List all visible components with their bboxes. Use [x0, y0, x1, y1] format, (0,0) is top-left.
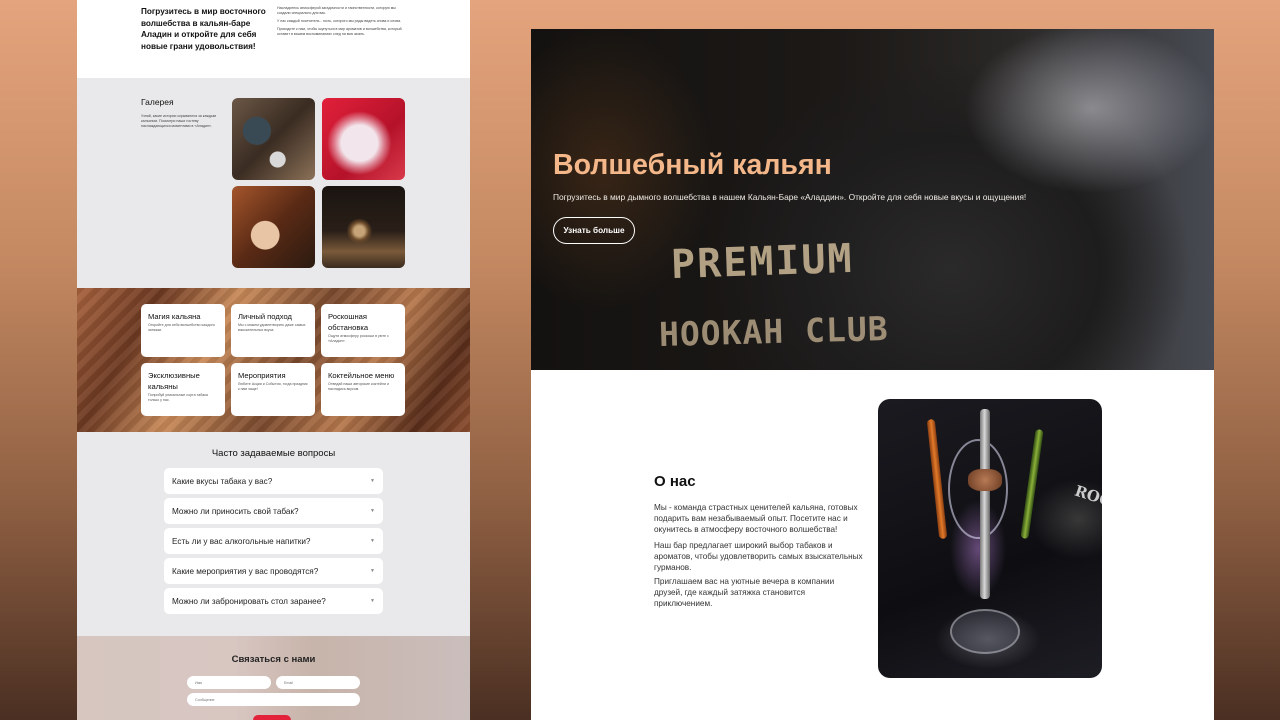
- chevron-down-icon: ▼: [370, 568, 375, 574]
- about-title: О нас: [654, 473, 696, 490]
- hookah-stem: [980, 409, 990, 599]
- feature-title: Магия кальяна: [148, 312, 201, 321]
- feature-text: Ощути атмосферу роскоши в уюте с «Аладин…: [328, 334, 389, 343]
- gallery-image-tobacco[interactable]: [232, 98, 315, 180]
- hookah-base: [950, 609, 1020, 654]
- about-paragraph: Наш бар предлагает широкий выбор табаков…: [654, 541, 863, 572]
- hero-subtitle: Погрузитесь в мир дымного волшебства в н…: [553, 192, 1027, 202]
- hookah-photo: ROCK: [878, 399, 1102, 678]
- chevron-down-icon: ▼: [370, 538, 375, 544]
- faq-question: Можно ли приносить свой табак?: [172, 506, 299, 516]
- feature-text: Отведай наши авторские коктейли и наслад…: [328, 382, 389, 391]
- feature-text: Мы с можем удовлетворить даже самых взыс…: [238, 323, 306, 332]
- feature-card: Личный подход Мы с можем удовлетворить д…: [231, 304, 315, 357]
- chevron-down-icon: ▼: [370, 478, 375, 484]
- faq-item[interactable]: Можно ли забронировать стол заранее? ▼: [164, 588, 383, 614]
- learn-more-button[interactable]: Узнать больше: [553, 217, 635, 244]
- hero-photo-text-club: HOOKAH CLUB: [658, 309, 890, 354]
- about-paragraph: Приглашаем вас на уютные вечера в компан…: [654, 577, 835, 608]
- feature-title: Мероприятия: [238, 371, 286, 380]
- intro-paragraph: У нас каждый посетитель - гость, которог…: [277, 19, 402, 23]
- hero-section: PREMIUM HOOKAH CLUB Волшебный кальян Пог…: [531, 29, 1214, 370]
- feature-title: Роскошная обстановка: [328, 312, 369, 332]
- hero-title: Волшебный кальян: [553, 149, 832, 181]
- feature-text: Любите Акции и События, тогда праздник к…: [238, 382, 308, 391]
- hookah-hose-green: [1020, 428, 1044, 540]
- feature-card: Магия кальяна Откройте для себя волшебст…: [141, 304, 225, 357]
- about-paragraph: Мы - команда страстных ценителей кальяна…: [654, 503, 858, 534]
- hookah-bowl: [968, 469, 1002, 491]
- photo-label-rock: ROCK: [1072, 481, 1102, 515]
- faq-item[interactable]: Можно ли приносить свой табак? ▼: [164, 498, 383, 524]
- gallery-section: Галерея Узнай, какие истории скрываются …: [77, 78, 470, 288]
- faq-item[interactable]: Какие вкусы табака у вас? ▼: [164, 468, 383, 494]
- faq-item[interactable]: Какие мероприятия у вас проводятся? ▼: [164, 558, 383, 584]
- feature-card: Коктейльное меню Отведай наши авторские …: [321, 363, 405, 416]
- faq-item[interactable]: Есть ли у вас алкогольные напитки? ▼: [164, 528, 383, 554]
- hookah-hose-orange: [926, 418, 948, 540]
- feature-text: Попробуй уникальные сорта табака только …: [148, 393, 208, 402]
- feature-title: Эксклюзивные кальяны: [148, 371, 200, 391]
- features-section: Магия кальяна Откройте для себя волшебст…: [77, 288, 470, 432]
- chevron-down-icon: ▼: [370, 508, 375, 514]
- feature-title: Личный подход: [238, 312, 292, 321]
- name-input[interactable]: [187, 676, 271, 689]
- gallery-image-smoke[interactable]: [322, 98, 405, 180]
- faq-question: Есть ли у вас алкогольные напитки?: [172, 536, 311, 546]
- faq-question: Можно ли забронировать стол заранее?: [172, 596, 326, 606]
- feature-card: Роскошная обстановка Ощути атмосферу рос…: [321, 304, 405, 357]
- email-input[interactable]: [276, 676, 360, 689]
- faq-question: Какие вкусы табака у вас?: [172, 476, 273, 486]
- intro-description: Насладитесь атмосферой загадочности и та…: [277, 6, 405, 78]
- intro-paragraph: Приходите к нам, чтобы окунуться в мир а…: [277, 27, 402, 36]
- about-section: О нас Мы - команда страстных ценителей к…: [531, 370, 1214, 720]
- contact-section: Связаться с нами: [77, 636, 470, 720]
- contact-title: Связаться с нами: [231, 654, 316, 665]
- intro-paragraph: Насладитесь атмосферой загадочности и та…: [277, 6, 396, 15]
- gallery-image-cocktail[interactable]: [322, 186, 405, 268]
- intro-section: Погрузитесь в мир восточного волшебства …: [77, 0, 470, 78]
- right-page-preview: PREMIUM HOOKAH CLUB Волшебный кальян Пог…: [531, 29, 1214, 720]
- hero-photo-text-premium: PREMIUM: [670, 235, 855, 289]
- gallery-image-preparation[interactable]: [232, 186, 315, 268]
- feature-card: Мероприятия Любите Акции и События, тогд…: [231, 363, 315, 416]
- feature-title: Коктейльное меню: [328, 371, 395, 380]
- message-input[interactable]: [187, 693, 360, 706]
- gallery-description: Узнай, какие истории скрываются за кажды…: [141, 114, 216, 128]
- faq-title: Часто задаваемые вопросы: [211, 448, 336, 459]
- faq-section: Часто задаваемые вопросы Какие вкусы таб…: [77, 432, 470, 636]
- feature-text: Откройте для себя волшебство каждого зат…: [148, 323, 215, 332]
- left-page-preview: Погрузитесь в мир восточного волшебства …: [77, 0, 470, 720]
- feature-card: Эксклюзивные кальяны Попробуй уникальные…: [141, 363, 225, 416]
- chevron-down-icon: ▼: [370, 598, 375, 604]
- gallery-title: Галерея: [141, 97, 174, 107]
- intro-headline: Погрузитесь в мир восточного волшебства …: [141, 7, 266, 51]
- faq-question: Какие мероприятия у вас проводятся?: [172, 566, 319, 576]
- submit-button[interactable]: [253, 715, 291, 720]
